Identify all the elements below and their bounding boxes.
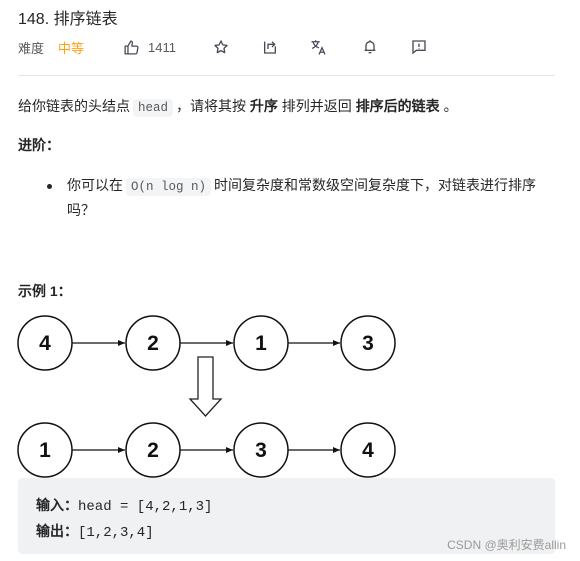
desc-bold-ascending: 升序 (249, 98, 278, 114)
output-node-value: 2 (147, 439, 159, 462)
star-icon (212, 38, 230, 56)
output-node-value: 1 (39, 439, 51, 462)
problem-meta-bar: 难度 中等 1411 (18, 37, 426, 57)
output-node-value: 3 (255, 439, 267, 462)
subscribe-button[interactable] (361, 37, 379, 57)
inline-code-head: head (133, 99, 174, 117)
feedback-icon (410, 38, 428, 56)
desc-text-1: 给你链表的头结点 (18, 98, 130, 114)
followup-text-1: 你可以在 (67, 177, 123, 193)
output-node-value: 4 (362, 439, 374, 462)
favorite-button[interactable] (212, 37, 230, 57)
share-button[interactable] (261, 37, 279, 57)
example-output-line: 输出：[1,2,3,4] (36, 521, 154, 541)
translate-icon (310, 38, 328, 56)
linked-list-diagram: 4 2 1 3 1 2 3 4 (17, 315, 396, 478)
output-value: [1,2,3,4] (78, 525, 154, 541)
inline-code-complexity: O(n log n) (126, 178, 212, 196)
input-node-value: 4 (39, 332, 51, 355)
example-title: 示例 1： (18, 283, 72, 299)
desc-bold-sorted-list: 排序后的链表 (355, 98, 440, 114)
problem-description: 给你链表的头结点 head ，请将其按 升序 排列并返回 排序后的链表 。 (18, 95, 458, 119)
difficulty-label: 难度 (18, 40, 45, 56)
desc-text-4: 。 (443, 98, 458, 114)
input-node-value: 2 (147, 332, 159, 355)
example-input-line: 输入：head = [4,2,1,3] (36, 495, 212, 515)
share-icon (261, 38, 279, 56)
sort-transform-arrow (188, 356, 223, 417)
translate-button[interactable] (310, 37, 328, 57)
like-count: 1411 (148, 39, 176, 55)
input-node-value: 1 (255, 332, 267, 355)
bell-icon (361, 38, 379, 56)
output-label: 输出： (36, 524, 78, 540)
feedback-button[interactable] (410, 37, 428, 57)
output-list-row: 1 2 3 4 (17, 422, 396, 478)
input-label: 输入： (36, 498, 78, 514)
csdn-watermark: CSDN @奥利安费allin (447, 538, 566, 552)
followup-question: 你可以在 O(n log n) 时间复杂度和常数级空间复杂度下，对链表进行排序吗？ (67, 174, 557, 222)
problem-title: 148. 排序链表 (18, 11, 118, 28)
input-node-value: 3 (362, 332, 374, 355)
like-button[interactable]: 1411 (122, 37, 176, 57)
header-divider (18, 75, 555, 76)
desc-text-3: 排列并返回 (281, 98, 352, 114)
advanced-heading: 进阶： (18, 137, 60, 153)
desc-text-2: ，请将其按 (176, 98, 247, 114)
bullet-marker (47, 175, 57, 197)
input-value: head = [4,2,1,3] (78, 499, 213, 515)
difficulty-badge: 中等 (58, 40, 85, 56)
thumbs-up-icon (122, 38, 140, 56)
